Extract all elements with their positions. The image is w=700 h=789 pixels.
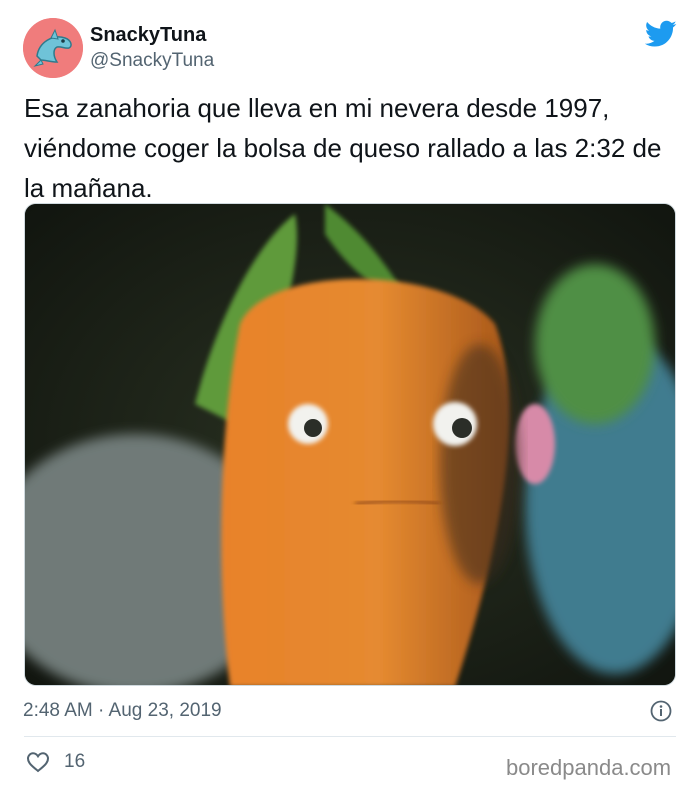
info-icon[interactable]: [650, 700, 672, 722]
tweet-media-image[interactable]: [24, 203, 676, 686]
twitter-bird-icon[interactable]: [645, 20, 677, 48]
heart-icon[interactable]: [26, 751, 50, 773]
carrot-photo: [25, 204, 675, 685]
avatar[interactable]: [23, 18, 83, 78]
dolphin-icon: [23, 18, 83, 78]
like-count: 16: [64, 751, 86, 772]
tweet-timestamp[interactable]: 2:48 AM · Aug 23, 2019: [23, 700, 222, 722]
author-handle[interactable]: @SnackyTuna: [90, 50, 214, 72]
watermark: boredpanda.com: [506, 755, 672, 780]
author-display-name[interactable]: SnackyTuna: [90, 24, 206, 47]
divider: [24, 736, 676, 737]
tweet-text: Esa zanahoria que lleva en mi nevera des…: [24, 93, 662, 203]
